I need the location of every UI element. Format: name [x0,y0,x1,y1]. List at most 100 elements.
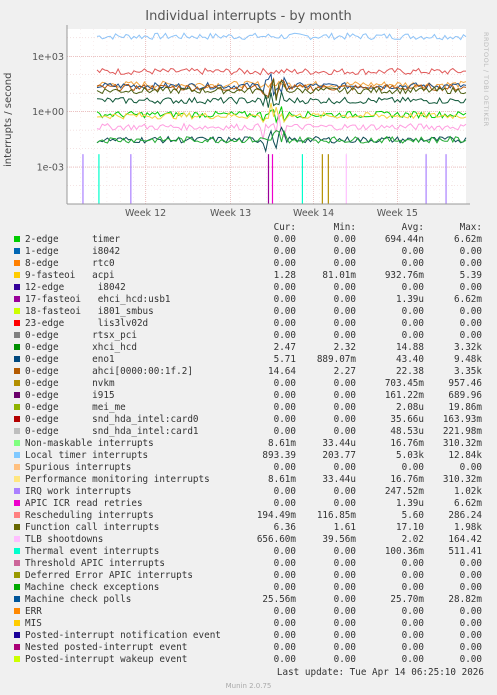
y-tick-label: 1e+03 [32,52,64,63]
legend-avg-value: 17.10 [396,522,424,533]
x-tick-label: Week 13 [210,208,251,219]
legend-row: ERR 0.00 0.00 0.00 0.00 [12,606,488,618]
legend-min-value: 0.00 [333,258,356,269]
legend-max-value: 286.24 [448,510,482,521]
legend-min-value: 0.00 [333,390,356,401]
legend-swatch [14,248,20,254]
legend-series-name: 1-edge i8042 [25,246,121,257]
legend-min-value: 0.00 [333,654,356,665]
legend-series-name: 0-edge mei_me [25,402,126,413]
legend-cur-value: 0.00 [273,330,296,341]
legend-series-name: 17-fasteoi ehci_hcd:usb1 [25,294,171,305]
legend-swatch [14,476,20,482]
legend-swatch [14,404,20,410]
legend-series-name: Nested posted-interrupt event [25,642,188,653]
legend-swatch [14,500,20,506]
legend-row: 0-edge snd_hda_intel:card0 0.00 0.00 35.66u… [12,414,488,426]
legend-min-value: 0.00 [333,234,356,245]
legend-swatch [14,608,20,614]
legend-series-name: 0-edge eno1 [25,354,115,365]
legend-cur-value: 8.61m [268,474,296,485]
legend-row: Performance monitoring interrupts 8.61m 33… [12,474,488,486]
legend-series-name: 0-edge rtsx_pci [25,330,137,341]
legend-min-value: 116.85m [316,510,356,521]
legend-cur-value: 0.00 [273,282,296,293]
legend-max-value: 6.62m [454,234,482,245]
legend-avg-value: 0.00 [401,642,424,653]
legend-avg-value: 0.00 [401,282,424,293]
legend-swatch [14,452,20,458]
legend-cur-value: 0.00 [273,630,296,641]
y-tick-label: 1e+00 [32,107,64,118]
legend-max-value: 0.00 [459,630,482,641]
legend-cur-value: 0.00 [273,390,296,401]
legend-row: 0-edge nvkm 0.00 0.00 703.45m 957.46 [12,378,488,390]
legend-swatch [14,296,20,302]
legend-min-value: 0.00 [333,570,356,581]
legend-swatch [14,272,20,278]
legend-min-value: 203.77 [322,450,356,461]
legend-series-name: 23-edge lis3lv02d [25,318,149,329]
legend-swatch [14,344,20,350]
x-tick-label: Week 12 [125,208,166,219]
legend-row: Machine check exceptions 0.00 0.00 0.00 0.00 [12,582,488,594]
legend-min-value: 33.44u [322,438,356,449]
legend-series-name: Thermal event interrupts [25,546,160,557]
legend-avg-value: 22.38 [396,366,424,377]
legend-series-name: Performance monitoring interrupts [25,474,210,485]
legend-row: Thermal event interrupts 0.00 0.00 100.36m 5… [12,546,488,558]
legend-series-name: Local timer interrupts [25,450,149,461]
legend-swatch [14,644,20,650]
legend-avg-value: 16.76m [390,474,424,485]
legend-swatch [14,632,20,638]
legend-row: Non-maskable interrupts 8.61m 33.44u 16.76m… [12,438,488,450]
legend-cur-value: 0.00 [273,582,296,593]
legend-min-value: 39.56m [322,534,356,545]
legend-series-name: Threshold APIC interrupts [25,558,165,569]
legend-row: MIS 0.00 0.00 0.00 0.00 [12,618,488,630]
legend-row: Posted-interrupt notification event 0.00 0… [12,630,488,642]
legend-swatch [14,536,20,542]
legend-min-value: 0.00 [333,498,356,509]
legend-max-value: 310.32m [442,474,482,485]
legend-row: 0-edge ahci[0000:00:1f.2] 14.64 2.27 22.38 3… [12,366,488,378]
legend-row: 0-edge eno1 5.71 889.07m 43.40 9.48k [12,354,488,366]
legend-min-value: 0.00 [333,462,356,473]
legend-cur-value: 0.00 [273,606,296,617]
legend-row: 0-edge mei_me 0.00 0.00 2.08u 19.86m [12,402,488,414]
legend-avg-value: 0.00 [401,318,424,329]
legend-row: 18-fasteoi i801_smbus 0.00 0.00 0.00 0.00 [12,306,488,318]
legend-min-value: 0.00 [333,558,356,569]
legend-series-name: Machine check polls [25,594,132,605]
legend-cur-value: 25.56m [262,594,296,605]
legend-cur-value: 0.00 [273,306,296,317]
legend-row: Spurious interrupts 0.00 0.00 0.00 0.00 [12,462,488,474]
legend-min-value: 0.00 [333,282,356,293]
legend-series-name: 0-edge snd_hda_intel:card1 [25,426,199,437]
legend-header-min: Min: [333,222,356,233]
legend-series-name: 0-edge xhci_hcd [25,342,137,353]
legend-row: Nested posted-interrupt event 0.00 0.00 0.0… [12,642,488,654]
legend-row: APIC ICR read retries 0.00 0.00 1.39u 6.62m [12,498,488,510]
legend-avg-value: 1.39u [396,294,424,305]
legend-cur-value: 0.00 [273,294,296,305]
legend-swatch [14,440,20,446]
legend-avg-value: 5.03k [396,450,424,461]
legend-swatch [14,308,20,314]
legend-avg-value: 0.00 [401,618,424,629]
legend-cur-value: 0.00 [273,486,296,497]
legend-row: 0-edge snd_hda_intel:card1 0.00 0.00 48.53u… [12,426,488,438]
legend-series-name: Non-maskable interrupts [25,438,154,449]
legend-max-value: 0.00 [459,582,482,593]
legend-avg-value: 0.00 [401,246,424,257]
legend-row: Posted-interrupt wakeup event 0.00 0.00 0.0… [12,654,488,666]
legend-min-value: 0.00 [333,402,356,413]
legend-cur-value: 0.00 [273,426,296,437]
legend-row: TLB shootdowns 656.60m 39.56m 2.02 164.42 [12,534,488,546]
legend-cur-value: 0.00 [273,246,296,257]
legend-max-value: 0.00 [459,462,482,473]
legend-row: 2-edge timer 0.00 0.00 694.44n 6.62m [12,234,488,246]
legend-row: Machine check polls 25.56m 0.00 25.70m 28.82… [12,594,488,606]
plot-area: 1e+03 1e+00 1e-03 Week 12 Week 13 Week 14 Week… [32,25,470,219]
legend-cur-value: 0.00 [273,546,296,557]
